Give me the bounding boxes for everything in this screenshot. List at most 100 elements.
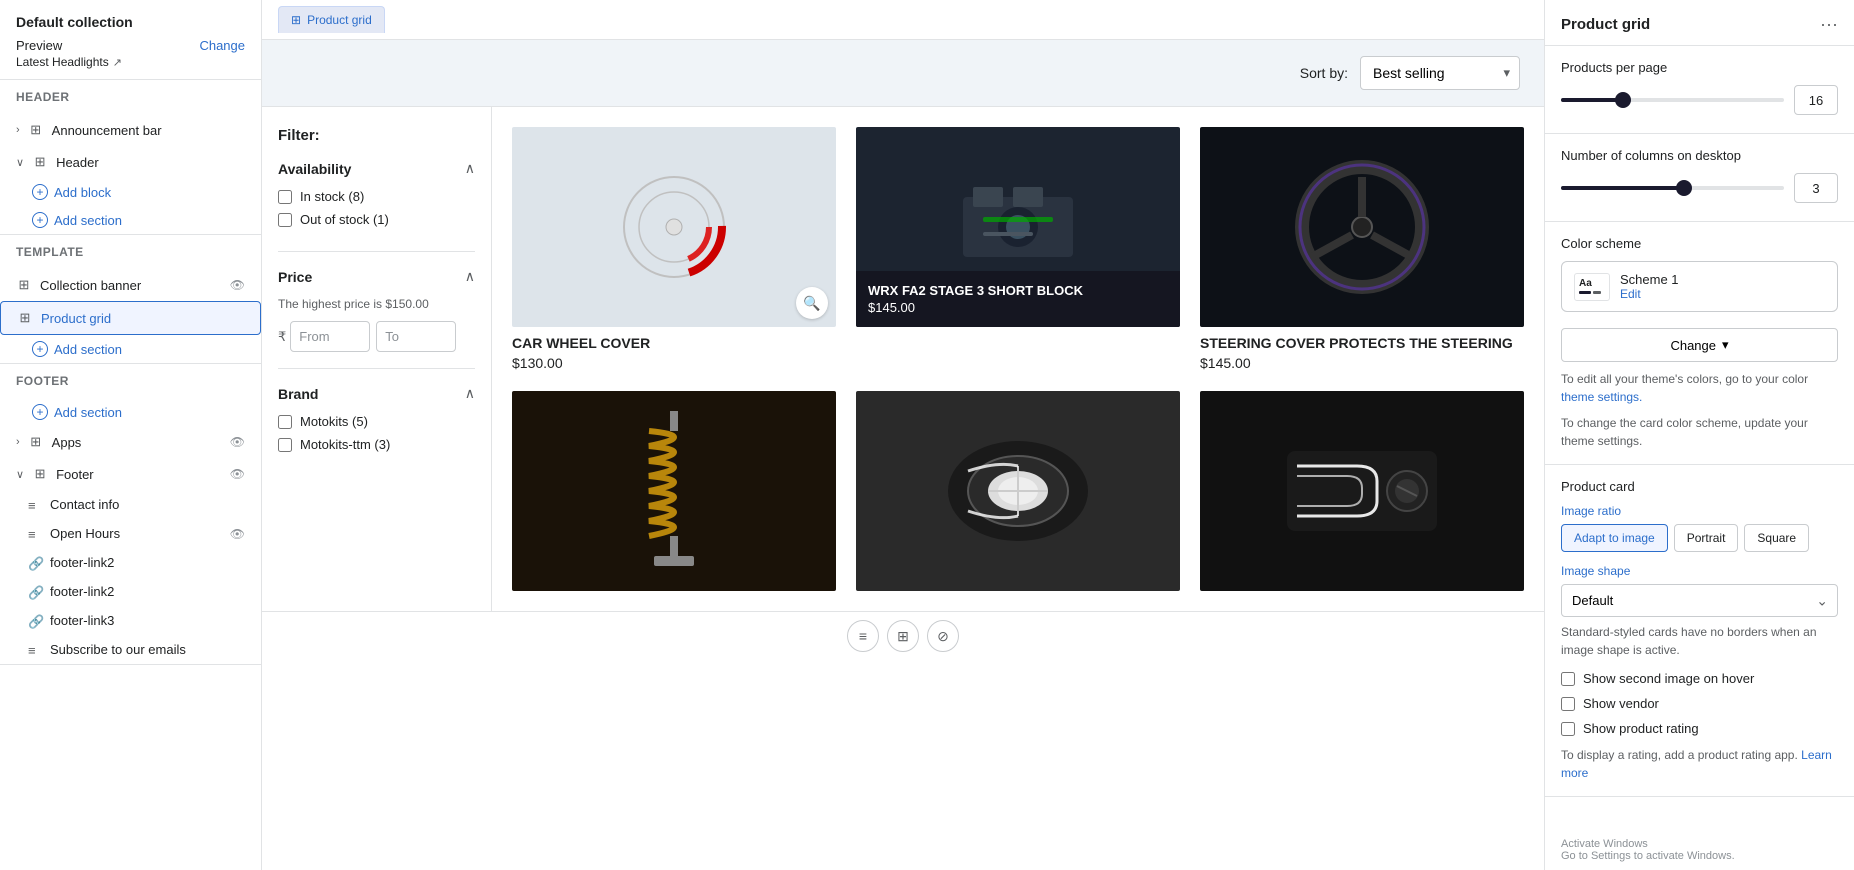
image-ratio-label: Image ratio — [1561, 504, 1838, 518]
sidebar-title: Default collection — [16, 14, 245, 30]
more-options-button[interactable]: ··· — [1820, 14, 1838, 35]
scheme-change-button[interactable]: Change ▾ — [1561, 328, 1838, 362]
slider-thumb[interactable] — [1615, 92, 1631, 108]
product-grid-tab[interactable]: ⊞ Product grid — [278, 6, 385, 33]
product-card-2[interactable]: WRX FA2 STAGE 3 SHORT BLOCK $145.00 — [856, 127, 1180, 371]
add-header-section-button[interactable]: + Add section — [0, 206, 261, 234]
layout-icon: ⊞ — [32, 154, 48, 170]
sidebar-item-label: footer-link3 — [50, 613, 114, 628]
product-card-5[interactable] — [856, 391, 1180, 591]
instock-label: In stock (8) — [300, 189, 364, 204]
product-card-1[interactable]: 🔍 CAR WHEEL COVER $130.00 — [512, 127, 836, 371]
scheme-edit-link[interactable]: Edit — [1620, 287, 1825, 301]
sort-label: Sort by: — [1300, 65, 1348, 81]
columns-desktop-value[interactable]: 3 — [1794, 173, 1838, 203]
toolbar-btn-1[interactable]: ≡ — [847, 620, 879, 652]
eye-icon[interactable]: 👁 — [230, 435, 245, 449]
filter-brand-toggle-icon[interactable]: ∧ — [465, 385, 475, 402]
chevron-down-icon: ∨ — [16, 468, 24, 481]
slider-thumb[interactable] — [1676, 180, 1692, 196]
learn-more-link[interactable]: Learn more — [1561, 748, 1832, 780]
sidebar-item-apps[interactable]: › ⊞ Apps 👁 — [0, 426, 261, 458]
motokits-ttm-checkbox[interactable] — [278, 438, 292, 452]
color-scheme-label: Color scheme — [1561, 236, 1838, 251]
products-per-page-value[interactable]: 16 — [1794, 85, 1838, 115]
show-rating-checkbox[interactable] — [1561, 722, 1575, 736]
show-vendor-checkbox[interactable] — [1561, 697, 1575, 711]
filter-price-label: Price — [278, 269, 312, 285]
right-panel-title: Product grid — [1561, 16, 1650, 33]
link-icon: 🔗 — [28, 585, 42, 599]
product-card-3[interactable]: STEERING COVER PROTECTS THE STEERING $14… — [1200, 127, 1524, 371]
scheme-card-1[interactable]: Aa Scheme 1 Edit — [1561, 261, 1838, 312]
image-shape-note: Standard-styled cards have no borders wh… — [1561, 623, 1838, 659]
footer-section-label: Footer — [0, 364, 261, 398]
image-shape-select[interactable]: Default Arch Blob Chevron Diamond Parall… — [1561, 584, 1838, 617]
color-scheme-info2: To change the card color scheme, update … — [1561, 414, 1838, 450]
sort-select[interactable]: Best selling Price: Low to High Price: H… — [1360, 56, 1520, 90]
image-shape-select-wrap: Default Arch Blob Chevron Diamond Parall… — [1561, 584, 1838, 617]
theme-settings-link[interactable]: theme settings. — [1561, 390, 1642, 404]
product-image-5 — [856, 391, 1180, 591]
product-search-button-1[interactable]: 🔍 — [796, 287, 828, 319]
sidebar-item-subscribe[interactable]: ≡ Subscribe to our emails — [0, 635, 261, 664]
columns-desktop-slider[interactable] — [1561, 186, 1784, 190]
show-second-image-checkbox[interactable] — [1561, 672, 1575, 686]
toolbar-btn-2[interactable]: ⊞ — [887, 620, 919, 652]
product-name-3: STEERING COVER PROTECTS THE STEERING — [1200, 335, 1524, 351]
filter-option-instock: In stock (8) — [278, 189, 475, 204]
add-template-section-button[interactable]: + Add section — [0, 335, 261, 363]
product-name-2: WRX FA2 STAGE 3 SHORT BLOCK — [868, 283, 1168, 298]
sidebar-item-open-hours[interactable]: ≡ Open Hours 👁 — [0, 519, 261, 548]
preview-change-link[interactable]: Change — [199, 38, 245, 53]
eye-icon[interactable]: 👁 — [230, 467, 245, 481]
sidebar-item-footer-link3[interactable]: 🔗 footer-link3 — [0, 606, 261, 635]
sidebar-item-product-grid[interactable]: ⊞ Product grid — [0, 301, 261, 335]
filter-availability-label: Availability — [278, 161, 351, 177]
eye-icon[interactable]: 👁 — [230, 278, 245, 292]
scheme-preview: Aa — [1574, 273, 1610, 301]
ratio-adapt-button[interactable]: Adapt to image — [1561, 524, 1668, 552]
ratio-portrait-button[interactable]: Portrait — [1674, 524, 1739, 552]
preview-frame: Sort by: Best selling Price: Low to High… — [262, 40, 1544, 870]
product-card-4[interactable] — [512, 391, 836, 591]
ratio-square-button[interactable]: Square — [1744, 524, 1809, 552]
products-per-page-section: Products per page 16 — [1545, 46, 1854, 134]
instock-checkbox[interactable] — [278, 190, 292, 204]
filter-brand: Brand ∧ Motokits (5) Motokits-ttm (3) — [278, 385, 475, 476]
show-rating-label: Show product rating — [1583, 721, 1699, 736]
filter-option-motokits: Motokits (5) — [278, 414, 475, 429]
sidebar-item-footer-group[interactable]: ∨ ⊞ Footer 👁 — [0, 458, 261, 490]
toolbar-btn-3[interactable]: ⊘ — [927, 620, 959, 652]
filter-price-toggle-icon[interactable]: ∧ — [465, 268, 475, 285]
sidebar-item-label: Collection banner — [40, 278, 222, 293]
filter-toggle-icon[interactable]: ∧ — [465, 160, 475, 177]
sidebar-item-contact-info[interactable]: ≡ Contact info — [0, 490, 261, 519]
scheme-bar-dark — [1579, 291, 1591, 294]
plus-icon: + — [32, 341, 48, 357]
product-image-2: WRX FA2 STAGE 3 SHORT BLOCK $145.00 — [856, 127, 1180, 327]
motokits-checkbox[interactable] — [278, 415, 292, 429]
sort-bar: Sort by: Best selling Price: Low to High… — [262, 40, 1544, 107]
sidebar-item-label: footer-link2 — [50, 584, 114, 599]
sidebar-item-footer-link2b[interactable]: 🔗 footer-link2 — [0, 577, 261, 606]
product-card-6[interactable] — [1200, 391, 1524, 591]
sidebar-item-collection-banner[interactable]: ⊞ Collection banner 👁 — [0, 269, 261, 301]
sidebar-item-announcement-bar[interactable]: › ⊞ Announcement bar — [0, 114, 261, 146]
list-icon: ≡ — [28, 643, 42, 657]
price-from-input[interactable] — [290, 321, 370, 352]
filter-option-motokits-ttm: Motokits-ttm (3) — [278, 437, 475, 452]
layout-icon: ⊞ — [17, 310, 33, 326]
sidebar-item-header[interactable]: ∨ ⊞ Header — [0, 146, 261, 178]
sidebar-item-label: Apps — [52, 435, 222, 450]
sidebar-item-label: Announcement bar — [52, 123, 245, 138]
product-price-1: $130.00 — [512, 355, 836, 371]
eye-icon[interactable]: 👁 — [230, 527, 245, 541]
sidebar-item-footer-link2a[interactable]: 🔗 footer-link2 — [0, 548, 261, 577]
add-block-button[interactable]: + Add block — [0, 178, 261, 206]
sidebar-item-label: Subscribe to our emails — [50, 642, 186, 657]
add-footer-section-button[interactable]: + Add section — [0, 398, 261, 426]
price-to-input[interactable] — [376, 321, 456, 352]
outofstock-checkbox[interactable] — [278, 213, 292, 227]
products-per-page-slider[interactable] — [1561, 98, 1784, 102]
